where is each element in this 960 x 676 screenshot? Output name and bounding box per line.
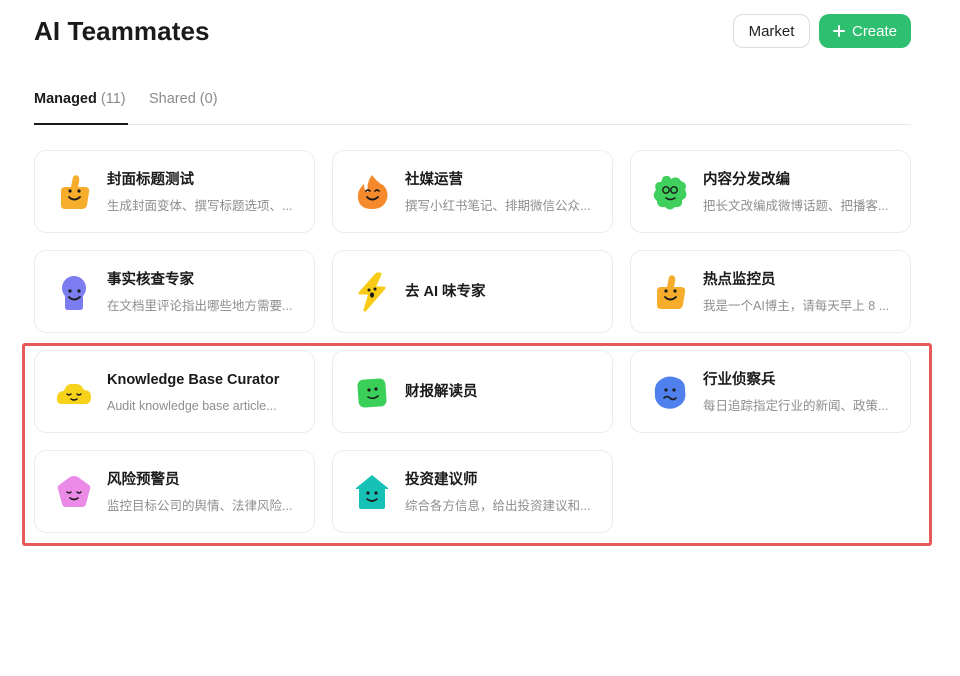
teammate-name: Knowledge Base Curator	[107, 372, 280, 388]
teammate-name: 风险预警员	[107, 472, 180, 488]
teammate-card[interactable]: 热点监控员我是一个AI博主，请每天早上 8 ...	[630, 250, 911, 333]
plus-icon	[832, 25, 845, 37]
teammate-name: 行业侦察兵	[703, 372, 776, 388]
teammate-description: 监控目标公司的舆情、法律风险...	[107, 499, 293, 513]
teammate-card[interactable]: Knowledge Base Curator Audit knowledge ba…	[34, 350, 315, 433]
teammate-description: 在文档里评论指出哪些地方需要...	[107, 299, 293, 313]
teammate-card[interactable]: 封面标题测试生成封面变体、撰写标题选项、...	[34, 150, 315, 233]
tab-shared-count: (0)	[199, 91, 218, 107]
house-mascot-icon	[351, 471, 393, 513]
teammate-name: 封面标题测试	[107, 172, 194, 188]
teammate-name: 热点监控员	[703, 272, 776, 288]
market-button[interactable]: Market	[733, 14, 810, 48]
page-title: AI Teammates	[34, 16, 210, 46]
teammate-name: 去 AI 味专家	[405, 284, 486, 300]
teammate-description: 综合各方信息，给出投资建议和...	[405, 499, 591, 513]
header-actions: Market Create	[733, 14, 911, 48]
thumbs-up-mascot-icon	[53, 171, 95, 213]
teammate-name: 事实核查专家	[107, 272, 194, 288]
teammate-description: 生成封面变体、撰写标题选项、...	[107, 199, 293, 213]
teammate-name: 社媒运营	[405, 172, 463, 188]
create-button[interactable]: Create	[819, 14, 911, 48]
teammate-description: Audit knowledge base article...	[107, 399, 277, 413]
blob-mascot-icon	[649, 371, 691, 413]
tab-shared-label: Shared	[149, 91, 196, 107]
person-mascot-icon	[53, 271, 95, 313]
cloud-mascot-icon	[53, 371, 95, 413]
flame-mascot-icon	[351, 171, 393, 213]
teammate-card[interactable]: 风险预警员监控目标公司的舆情、法律风险...	[34, 450, 315, 533]
teammate-name: 投资建议师	[405, 472, 478, 488]
teammate-card[interactable]: 行业侦察兵每日追踪指定行业的新闻、政策...	[630, 350, 911, 433]
teammate-card[interactable]: 财报解读员	[332, 350, 613, 433]
teammate-description: 我是一个AI博主，请每天早上 8 ...	[703, 299, 890, 313]
create-button-label: Create	[851, 22, 898, 40]
tab-managed-count: (11)	[100, 91, 126, 107]
teammate-description: 把长文改编成微博话题、把播客...	[703, 199, 889, 213]
teammate-card[interactable]: 内容分发改编把长文改编成微博话题、把播客...	[630, 150, 911, 233]
teammate-description: 撰写小红书笔记、排期微信公众...	[405, 199, 591, 213]
tab-shared[interactable]: Shared (0)	[149, 84, 218, 124]
teammate-name: 财报解读员	[405, 384, 478, 400]
tab-managed[interactable]: Managed (11)	[34, 84, 128, 125]
teammate-card[interactable]: 社媒运营撰写小红书笔记、排期微信公众...	[332, 150, 613, 233]
square-mascot-icon	[351, 371, 393, 413]
tab-managed-label: Managed	[34, 91, 97, 107]
teammate-name: 内容分发改编	[703, 172, 790, 188]
teammate-card[interactable]: 事实核查专家在文档里评论指出哪些地方需要...	[34, 250, 315, 333]
lightning-mascot-icon	[351, 271, 393, 313]
teammate-card[interactable]: 投资建议师综合各方信息，给出投资建议和...	[332, 450, 613, 533]
thumbs-up-mascot-icon	[649, 271, 691, 313]
teammate-card[interactable]: 去 AI 味专家	[332, 250, 613, 333]
teammate-description: 每日追踪指定行业的新闻、政策...	[703, 399, 889, 413]
puzzle-mascot-icon	[649, 171, 691, 213]
tab-bar: Managed (11) Shared (0)	[34, 84, 911, 125]
pentagon-mascot-icon	[53, 471, 95, 513]
teammate-card-grid: 封面标题测试 生成封面变体、撰写标题选项、... 社媒运营 撰写小红书笔记、排期微信公…	[34, 150, 911, 533]
